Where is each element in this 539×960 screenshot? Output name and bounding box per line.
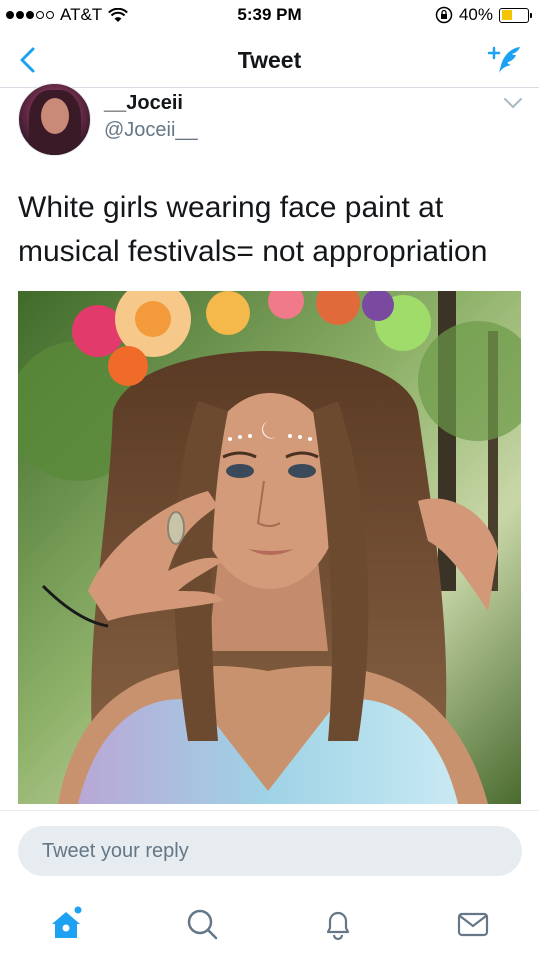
reply-input[interactable]: Tweet your reply xyxy=(18,826,522,876)
display-name[interactable]: __Joceii xyxy=(104,92,183,115)
tweet-menu-button[interactable] xyxy=(503,96,523,110)
page-title: Tweet xyxy=(237,47,302,73)
tab-notifications[interactable] xyxy=(320,906,356,942)
chevron-down-icon xyxy=(504,98,522,109)
tweet-photo-illustration xyxy=(18,291,521,804)
battery-percent: 40% xyxy=(458,5,493,24)
compose-tweet-icon xyxy=(487,46,520,73)
home-icon xyxy=(52,906,82,938)
divider xyxy=(0,810,539,811)
compose-tweet-button[interactable] xyxy=(487,44,523,76)
battery-icon xyxy=(499,7,532,23)
battery-level-fill xyxy=(501,10,512,20)
status-right: 40% xyxy=(435,5,532,25)
tab-messages[interactable] xyxy=(455,906,491,942)
tab-home[interactable] xyxy=(48,906,84,942)
tweet-text: White girls wearing face paint at musica… xyxy=(18,191,488,268)
avatar[interactable] xyxy=(18,83,91,156)
status-bar: AT&T 5:39 PM 40% xyxy=(0,0,539,32)
tab-bar xyxy=(0,888,539,960)
bell-icon xyxy=(326,911,350,941)
tab-search[interactable] xyxy=(184,906,220,942)
tweet-photo[interactable] xyxy=(18,291,521,804)
envelope-icon xyxy=(457,912,489,937)
user-handle[interactable]: @Joceii__ xyxy=(104,119,198,142)
rotation-lock-icon xyxy=(435,6,453,24)
nav-bar: Tweet xyxy=(0,32,539,88)
search-icon xyxy=(187,909,218,940)
